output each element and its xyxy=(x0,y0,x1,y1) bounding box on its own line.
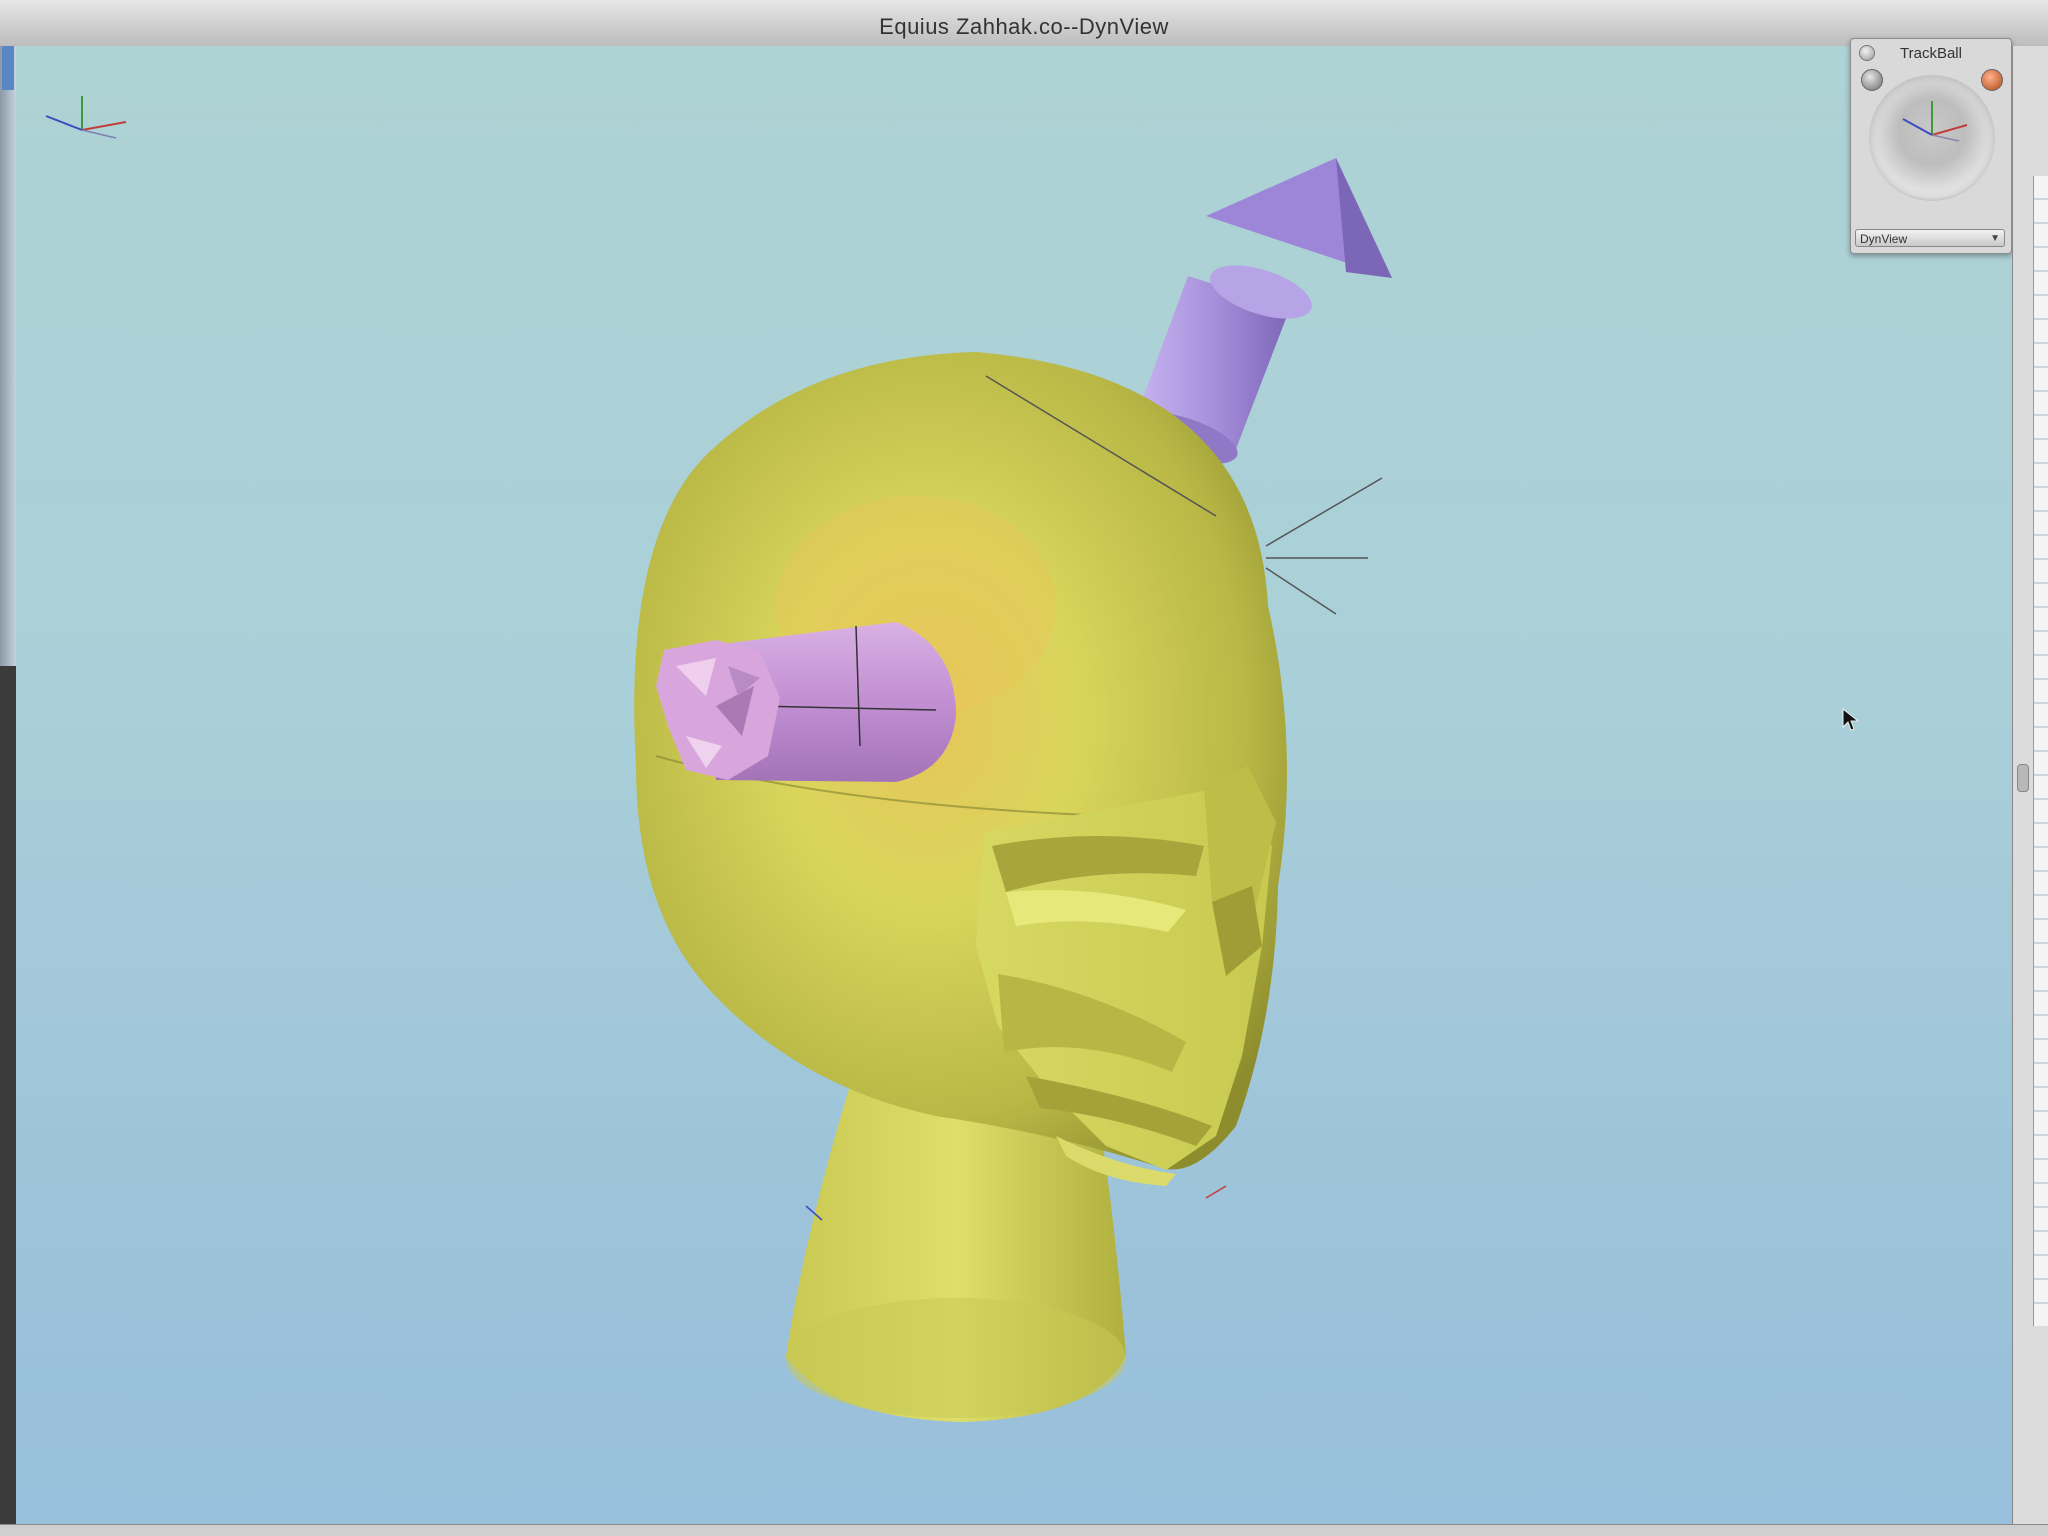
trackball-sphere[interactable] xyxy=(1869,75,1995,201)
arrow-cursor-icon xyxy=(1842,708,1860,731)
horn-cylinder[interactable] xyxy=(656,622,956,782)
view-select-value: DynView xyxy=(1860,232,1908,246)
wire-lines xyxy=(1265,477,1383,615)
left-panel-tab[interactable] xyxy=(2,46,14,90)
trackball-axes-icon xyxy=(1902,101,1968,142)
axis-triad-icon xyxy=(45,96,127,139)
left-panel-edge[interactable] xyxy=(0,46,17,666)
3d-viewport[interactable] xyxy=(16,46,2012,1524)
right-panel-edge[interactable] xyxy=(2012,46,2048,1524)
window-titlebar[interactable]: Equius Zahhak.co--DynView xyxy=(0,0,2048,47)
screen: Equius Zahhak.co--DynView TrackBall DynV… xyxy=(0,0,2048,1536)
trackball-panel[interactable]: TrackBall DynView ▼ xyxy=(1850,38,2012,254)
chevron-down-icon: ▼ xyxy=(1990,233,2000,244)
window-title: Equius Zahhak.co--DynView xyxy=(879,14,1169,39)
view-select[interactable]: DynView ▼ xyxy=(1855,229,2005,247)
splitter-handle[interactable] xyxy=(2017,764,2029,792)
scene-canvas[interactable] xyxy=(16,46,2012,1524)
right-panel-list[interactable] xyxy=(2033,176,2048,1326)
trackball-title: TrackBall xyxy=(1900,45,1962,62)
bottom-status-bar xyxy=(0,1524,2048,1536)
red-circle-icon[interactable] xyxy=(1981,69,2003,91)
gray-circle-icon[interactable] xyxy=(1861,69,1883,91)
